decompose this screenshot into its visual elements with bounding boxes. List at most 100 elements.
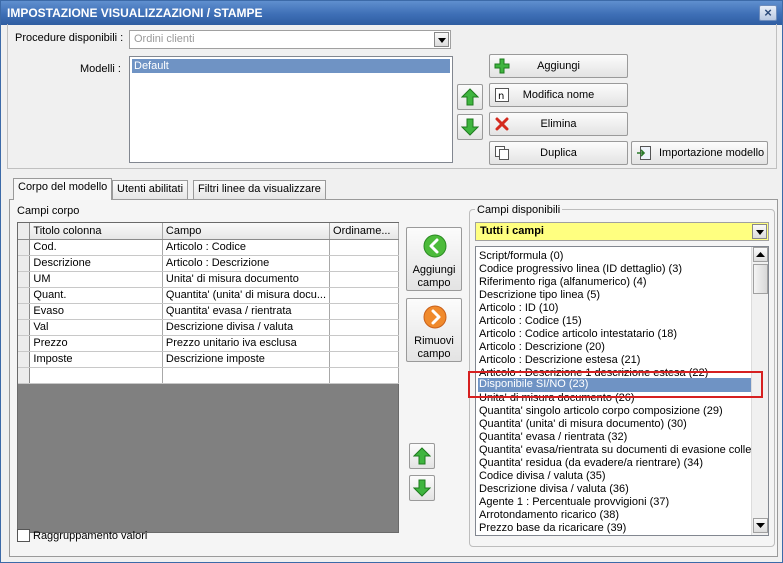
arrow-up-icon [413, 447, 431, 465]
campi-filter-combo[interactable]: Tutti i campi [475, 222, 769, 241]
list-item[interactable]: Descrizione tipo linea (5) [479, 289, 600, 302]
import-icon [637, 146, 651, 160]
cell-ordinamento[interactable] [329, 271, 399, 288]
duplica-button[interactable]: Duplica [489, 141, 628, 165]
tab-utenti-abilitati[interactable]: Utenti abilitati [112, 180, 189, 199]
list-item[interactable]: Quantita' evasa / rientrata (32) [479, 431, 627, 444]
list-item[interactable]: Articolo : Descrizione (20) [479, 341, 605, 354]
campi-corpo-label: Campi corpo [17, 205, 80, 217]
list-item[interactable]: Script/formula (0) [479, 250, 563, 263]
cell-ordinamento[interactable] [329, 335, 399, 352]
modelli-list[interactable]: Default [129, 56, 453, 163]
list-item[interactable]: Arrotondamento ricarico (38) [479, 509, 619, 522]
col-ordinamento[interactable]: Ordiname... [329, 223, 399, 240]
list-item[interactable]: Agente 1 : Percentuale provvigioni (37) [479, 496, 669, 509]
list-item[interactable]: Riferimento riga (alfanumerico) (4) [479, 276, 647, 289]
field-move-up-button[interactable] [409, 443, 435, 469]
modelli-label: Modelli : [80, 63, 121, 75]
chevron-down-icon[interactable] [752, 224, 767, 239]
arrow-down-icon [461, 118, 479, 136]
campi-corpo-grid[interactable]: Titolo colonna Campo Ordiname... Cod. Art… [17, 222, 399, 533]
list-item[interactable]: Quantita' evasa/rientrata su documenti d… [479, 444, 753, 457]
cell-titolo[interactable]: UM [29, 271, 163, 288]
tab-filtri-linee[interactable]: Filtri linee da visualizzare [193, 180, 326, 199]
list-item[interactable]: Quantita' singolo articolo corpo composi… [479, 405, 723, 418]
list-item[interactable]: Descrizione divisa / valuta (36) [479, 483, 629, 496]
cell-campo[interactable]: Articolo : Descrizione [162, 255, 331, 272]
col-titolo-colonna[interactable]: Titolo colonna [29, 223, 163, 240]
table-row[interactable]: Val Descrizione divisa / valuta [18, 319, 399, 336]
arrow-left-circle-icon [423, 234, 447, 258]
cell-titolo[interactable]: Val [29, 319, 163, 336]
chevron-down-icon[interactable] [434, 32, 449, 47]
scroll-down-button[interactable] [753, 518, 768, 533]
list-item[interactable]: Articolo : ID (10) [479, 302, 558, 315]
list-item[interactable]: Articolo : Codice (15) [479, 315, 582, 328]
list-item[interactable]: Quantita' (unita' di misura documento) (… [479, 418, 687, 431]
list-item[interactable]: Prezzo base da ricaricare (39) [479, 522, 626, 535]
arrow-down-icon [413, 479, 431, 497]
cell-campo[interactable]: Descrizione imposte [162, 351, 331, 368]
scroll-thumb[interactable] [753, 264, 768, 294]
importazione-label: Importazione modello [659, 147, 765, 159]
raggruppamento-checkbox[interactable] [17, 529, 30, 542]
cell-titolo[interactable]: Prezzo [29, 335, 163, 352]
table-row-empty[interactable] [18, 367, 399, 384]
cell-ordinamento[interactable] [329, 351, 399, 368]
window-title: IMPOSTAZIONE VISUALIZZAZIONI / STAMPE [7, 6, 263, 20]
model-move-down-button[interactable] [457, 114, 483, 140]
cell-ordinamento[interactable] [329, 303, 399, 320]
col-campo[interactable]: Campo [162, 223, 331, 240]
campi-filter-value: Tutti i campi [480, 225, 544, 237]
list-item[interactable]: Articolo : Codice articolo intestatario … [479, 328, 677, 341]
modifica-label: Modifica nome [522, 89, 595, 101]
elimina-button[interactable]: Elimina [489, 112, 628, 136]
modifica-nome-button[interactable]: n Modifica nome [489, 83, 628, 107]
rename-icon: n [495, 88, 509, 102]
highlight-annotation [468, 371, 763, 398]
importazione-modello-button[interactable]: Importazione modello [631, 141, 768, 165]
rimuovi-campo-button[interactable]: Rimuovi campo [406, 298, 462, 362]
plus-icon [494, 58, 510, 74]
cell-ordinamento[interactable] [329, 319, 399, 336]
cell-titolo[interactable]: Evaso [29, 303, 163, 320]
close-button[interactable]: × [759, 5, 777, 21]
aggiungi-campo-button[interactable]: Aggiungi campo [406, 227, 462, 291]
list-item[interactable]: Codice divisa / valuta (35) [479, 470, 606, 483]
cell-ordinamento[interactable] [329, 239, 399, 256]
frame-left [7, 24, 8, 169]
duplica-label: Duplica [540, 147, 577, 159]
scroll-up-button[interactable] [753, 247, 768, 262]
cell-titolo[interactable]: Imposte [29, 351, 163, 368]
modelli-item-default[interactable]: Default [132, 59, 450, 73]
aggiungi-button[interactable]: Aggiungi [489, 54, 628, 78]
field-move-down-button[interactable] [409, 475, 435, 501]
cell-campo[interactable]: Quantita' evasa / rientrata [162, 303, 331, 320]
cell-titolo[interactable]: Descrizione [29, 255, 163, 272]
duplicate-icon [495, 146, 509, 160]
table-row[interactable]: UM Unita' di misura documento [18, 271, 399, 288]
cell-ordinamento[interactable] [329, 287, 399, 304]
cell-titolo[interactable]: Quant. [29, 287, 163, 304]
cell-campo[interactable]: Quantita' (unita' di misura docu... [162, 287, 331, 304]
procedure-combo[interactable]: Ordini clienti [129, 30, 451, 49]
table-row[interactable]: Quant. Quantita' (unita' di misura docu..… [18, 287, 399, 304]
cell-titolo[interactable]: Cod. [29, 239, 163, 256]
delete-x-icon [495, 117, 509, 131]
cell-campo[interactable]: Descrizione divisa / valuta [162, 319, 331, 336]
cell-campo[interactable]: Unita' di misura documento [162, 271, 331, 288]
table-row[interactable]: Evaso Quantita' evasa / rientrata [18, 303, 399, 320]
table-row[interactable]: Imposte Descrizione imposte [18, 351, 399, 368]
list-item[interactable]: Codice progressivo linea (ID dettaglio) … [479, 263, 682, 276]
table-row[interactable]: Descrizione Articolo : Descrizione [18, 255, 399, 272]
cell-campo[interactable]: Articolo : Codice [162, 239, 331, 256]
model-move-up-button[interactable] [457, 84, 483, 110]
procedure-label: Procedure disponibili : [15, 32, 124, 44]
cell-ordinamento[interactable] [329, 255, 399, 272]
tab-corpo-modello[interactable]: Corpo del modello [13, 178, 113, 200]
cell-campo[interactable]: Prezzo unitario iva esclusa [162, 335, 331, 352]
list-item[interactable]: Quantita' residua (da evadere/a rientrar… [479, 457, 703, 470]
table-row[interactable]: Prezzo Prezzo unitario iva esclusa [18, 335, 399, 352]
table-row[interactable]: Cod. Articolo : Codice [18, 239, 399, 256]
list-item[interactable]: Articolo : Descrizione estesa (21) [479, 354, 640, 367]
